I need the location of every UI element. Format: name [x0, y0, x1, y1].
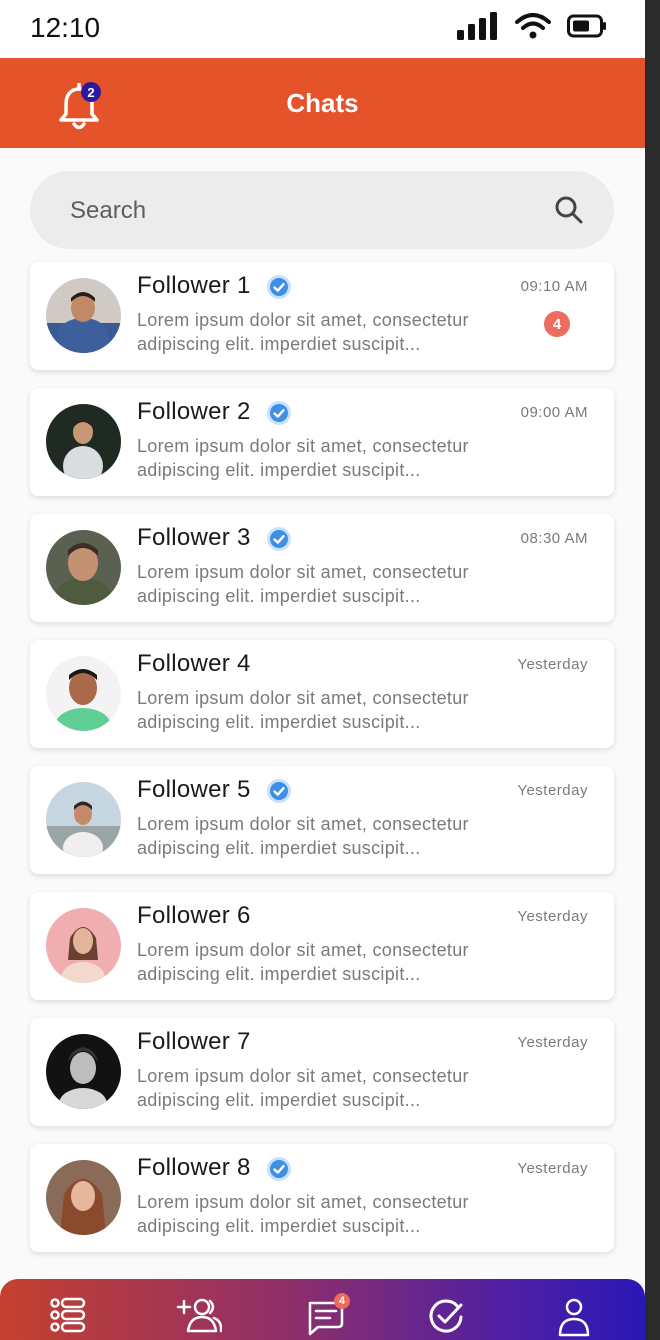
chat-time: Yesterday [517, 1034, 588, 1051]
chat-item[interactable]: Follower 6 Lorem ipsum dolor sit amet, c… [30, 892, 614, 1000]
search-input[interactable] [68, 171, 542, 251]
chat-preview: Lorem ipsum dolor sit amet, consectetur … [137, 562, 469, 606]
avatar [46, 908, 121, 983]
avatar [46, 530, 121, 605]
chat-nav-badge: 4 [334, 1293, 350, 1309]
chat-name: Follower 6 [137, 902, 251, 929]
status-bar: 12:10 [0, 0, 645, 58]
list-icon[interactable] [44, 1297, 90, 1337]
device-edge [645, 0, 660, 1340]
chat-name: Follower 8 [137, 1154, 251, 1181]
chat-time: Yesterday [517, 656, 588, 673]
check-circle-icon[interactable] [424, 1297, 470, 1337]
verified-icon [267, 527, 291, 551]
status-time: 12:10 [30, 12, 101, 43]
chat-item[interactable]: Follower 7 Lorem ipsum dolor sit amet, c… [30, 1018, 614, 1126]
chat-item[interactable]: Follower 3 Lorem ipsum dolor sit amet, c… [30, 514, 614, 622]
wifi-icon [515, 13, 551, 39]
chat-item[interactable]: Follower 4 Lorem ipsum dolor sit amet, c… [30, 640, 614, 748]
chat-time: Yesterday [517, 782, 588, 799]
search-bar [30, 171, 614, 251]
verified-icon [267, 1157, 291, 1181]
chat-preview: Lorem ipsum dolor sit amet, consectetur … [137, 1192, 469, 1236]
avatar [46, 782, 121, 857]
chat-preview: Lorem ipsum dolor sit amet, consectetur … [137, 1066, 469, 1110]
verified-icon [267, 779, 291, 803]
verified-icon [267, 401, 291, 425]
status-icons [457, 12, 607, 40]
chat-time: 08:30 AM [520, 530, 588, 547]
chat-item[interactable]: Follower 5 Lorem ipsum dolor sit amet, c… [30, 766, 614, 874]
chat-name: Follower 2 [137, 398, 251, 425]
add-group-icon[interactable] [176, 1297, 222, 1337]
chat-name: Follower 7 [137, 1028, 251, 1055]
chat-item[interactable]: Follower 1 Lorem ipsum dolor sit amet, c… [30, 262, 614, 370]
battery-icon [567, 14, 606, 38]
avatar [46, 1034, 121, 1109]
chat-name: Follower 4 [137, 650, 251, 677]
chat-preview: Lorem ipsum dolor sit amet, consectetur … [137, 436, 469, 480]
chat-item[interactable]: Follower 2 Lorem ipsum dolor sit amet, c… [30, 388, 614, 496]
profile-icon[interactable] [552, 1297, 598, 1337]
chat-name: Follower 1 [137, 272, 251, 299]
chat-preview: Lorem ipsum dolor sit amet, consectetur … [137, 814, 469, 858]
search-icon[interactable] [554, 195, 584, 225]
bottom-nav [0, 1279, 645, 1340]
chat-preview: Lorem ipsum dolor sit amet, consectetur … [137, 310, 469, 354]
verified-icon [267, 275, 291, 299]
chat-item[interactable]: Follower 8 Lorem ipsum dolor sit amet, c… [30, 1144, 614, 1252]
page-title: Chats [286, 88, 359, 118]
chat-time: Yesterday [517, 908, 588, 925]
chat-time: 09:00 AM [520, 404, 588, 421]
chat-preview: Lorem ipsum dolor sit amet, consectetur … [137, 688, 469, 732]
chat-time: Yesterday [517, 1160, 588, 1177]
chat-time: 09:10 AM [520, 278, 588, 295]
chat-name: Follower 3 [137, 524, 251, 551]
avatar [46, 656, 121, 731]
avatar [46, 404, 121, 479]
unread-badge: 4 [544, 311, 570, 337]
signal-icon [457, 12, 497, 40]
avatar [46, 1160, 121, 1235]
avatar [46, 278, 121, 353]
chat-preview: Lorem ipsum dolor sit amet, consectetur … [137, 940, 469, 984]
chat-screen: 12:10 2 Chats Search Follower 1 Lorem ip… [0, 0, 645, 1340]
chat-name: Follower 5 [137, 776, 251, 803]
